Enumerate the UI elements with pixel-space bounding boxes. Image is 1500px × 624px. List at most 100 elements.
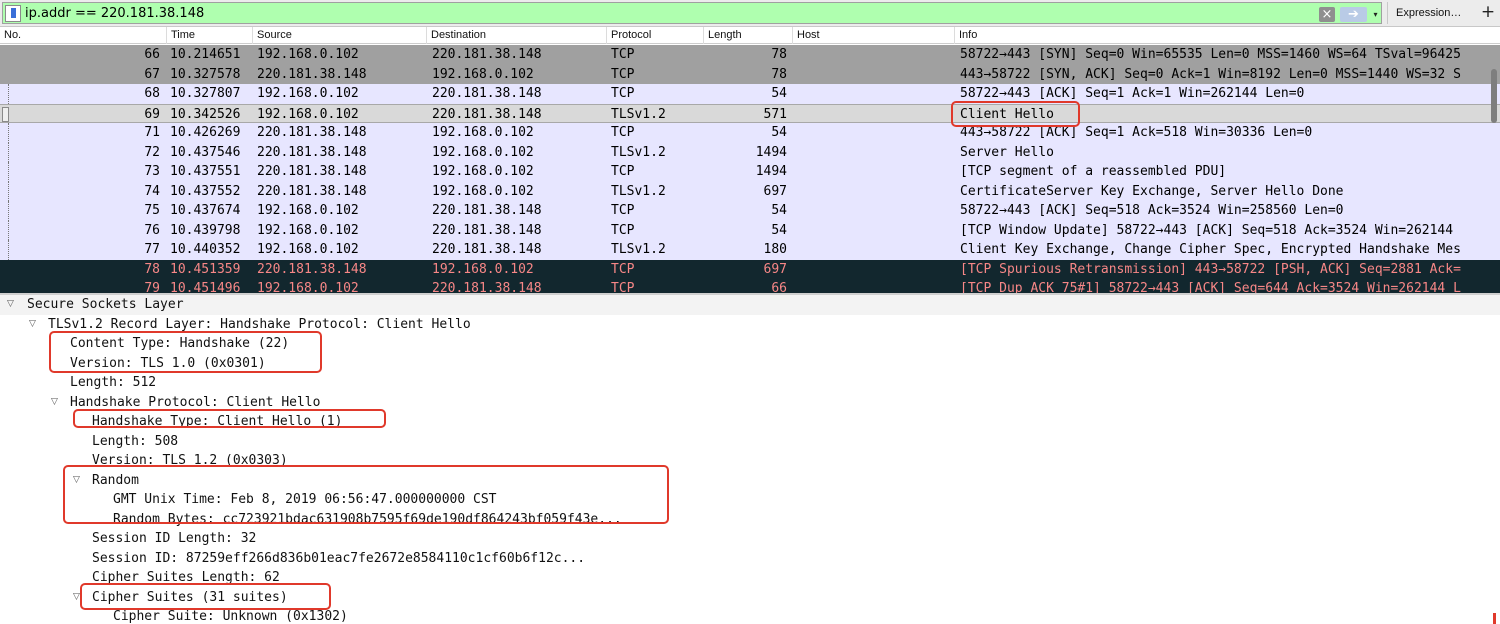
packet-info: [TCP segment of a reassembled PDU] xyxy=(960,164,1227,179)
packet-destination: 220.181.38.148 xyxy=(432,222,542,238)
packet-row[interactable]: 75 10.437674 192.168.0.102 220.181.38.14… xyxy=(0,201,1500,221)
expanded-arrow-icon[interactable]: ▽ xyxy=(29,315,41,335)
expanded-arrow-icon[interactable]: ▽ xyxy=(73,588,85,608)
packet-source: 220.181.38.148 xyxy=(257,183,367,199)
packet-info: 58722→443 [ACK] Seq=518 Ack=3524 Win=258… xyxy=(960,203,1344,218)
packet-length: 697 xyxy=(763,183,787,199)
packet-protocol: TCP xyxy=(611,203,635,218)
packet-length: 54 xyxy=(771,86,787,101)
packet-destination: 192.168.0.102 xyxy=(432,164,534,179)
tree-item-label: Random Bytes: cc723921bdac631908b7595f69… xyxy=(113,511,622,527)
packet-source: 192.168.0.102 xyxy=(257,222,359,238)
column-header-length[interactable]: Length xyxy=(703,27,792,44)
packet-no: 68 xyxy=(144,86,160,101)
packet-protocol: TLSv1.2 xyxy=(611,144,666,160)
packet-time: 10.437552 xyxy=(170,183,241,199)
packet-list[interactable]: 66 10.214651 192.168.0.102 220.181.38.14… xyxy=(0,45,1500,295)
packet-destination: 220.181.38.148 xyxy=(432,242,542,257)
packet-destination: 220.181.38.148 xyxy=(432,86,542,101)
packet-source: 220.181.38.148 xyxy=(257,125,367,140)
tree-item-label: Cipher Suites Length: 62 xyxy=(92,570,280,585)
column-header-source[interactable]: Source xyxy=(252,27,426,44)
packet-info: Client Hello xyxy=(960,106,1054,122)
display-filter-input[interactable]: ip.addr == 220.181.38.148 × ➔ ▾ xyxy=(2,2,1382,24)
tree-item-label: Version: TLS 1.0 (0x0301) xyxy=(70,355,266,371)
tree-item-ssl[interactable]: ▽ Secure Sockets Layer xyxy=(0,295,1500,315)
packet-info: CertificateServer Key Exchange, Server H… xyxy=(960,183,1344,199)
packet-row[interactable]: 78 10.451359 220.181.38.148 192.168.0.10… xyxy=(0,259,1500,279)
packet-protocol: TLSv1.2 xyxy=(611,183,666,199)
packet-row[interactable]: 76 10.439798 192.168.0.102 220.181.38.14… xyxy=(0,220,1500,240)
packet-length: 78 xyxy=(771,47,787,62)
packet-row[interactable]: 77 10.440352 192.168.0.102 220.181.38.14… xyxy=(0,240,1500,260)
filter-bookmark-icon[interactable] xyxy=(5,5,21,22)
packet-row[interactable]: 71 10.426269 220.181.38.148 192.168.0.10… xyxy=(0,123,1500,143)
packet-row[interactable]: 72 10.437546 220.181.38.148 192.168.0.10… xyxy=(0,142,1500,162)
packet-info: 58722→443 [SYN] Seq=0 Win=65535 Len=0 MS… xyxy=(960,47,1461,62)
tree-item-label: Length: 512 xyxy=(70,375,157,390)
packet-details-tree[interactable]: ▽ Secure Sockets Layer ▽ TLSv1.2 Record … xyxy=(0,295,1500,624)
packet-row[interactable]: 66 10.214651 192.168.0.102 220.181.38.14… xyxy=(0,45,1500,65)
apply-filter-icon[interactable]: ➔ xyxy=(1340,7,1367,22)
expanded-arrow-icon[interactable]: ▽ xyxy=(73,471,85,491)
packet-length: 78 xyxy=(771,66,787,82)
packet-info: [TCP Spurious Retransmission] 443→58722 … xyxy=(960,261,1461,277)
expression-button[interactable]: Expression… xyxy=(1387,2,1473,24)
packet-source: 192.168.0.102 xyxy=(257,242,359,257)
packet-no: 66 xyxy=(144,47,160,62)
display-filter-toolbar: ip.addr == 220.181.38.148 × ➔ ▾ Expressi… xyxy=(0,0,1500,27)
packet-no: 76 xyxy=(144,222,160,238)
column-header-destination[interactable]: Destination xyxy=(426,27,606,44)
packet-destination: 192.168.0.102 xyxy=(432,261,534,277)
packet-length: 697 xyxy=(763,261,787,277)
packet-info: 58722→443 [ACK] Seq=1 Ack=1 Win=262144 L… xyxy=(960,86,1305,101)
packet-time: 10.327807 xyxy=(170,86,241,101)
tree-item-label: Cipher Suite: Unknown (0x1302) xyxy=(113,609,348,624)
packet-time: 10.437551 xyxy=(170,164,241,179)
packet-row-selected[interactable]: 69 10.342526 192.168.0.102 220.181.38.14… xyxy=(0,103,1500,123)
packet-no: 72 xyxy=(144,144,160,160)
packet-destination: 220.181.38.148 xyxy=(432,106,542,122)
packet-protocol: TCP xyxy=(611,222,635,238)
packet-source: 220.181.38.148 xyxy=(257,164,367,179)
packet-row[interactable]: 73 10.437551 220.181.38.148 192.168.0.10… xyxy=(0,162,1500,182)
tree-item-label: Session ID Length: 32 xyxy=(92,531,257,546)
packet-protocol: TCP xyxy=(611,164,635,179)
packet-destination: 220.181.38.148 xyxy=(432,203,542,218)
expanded-arrow-icon[interactable]: ▽ xyxy=(7,295,19,315)
packet-row[interactable]: 67 10.327578 220.181.38.148 192.168.0.10… xyxy=(0,64,1500,84)
packet-row[interactable]: 68 10.327807 192.168.0.102 220.181.38.14… xyxy=(0,84,1500,104)
packet-info: 443→58722 [ACK] Seq=1 Ack=518 Win=30336 … xyxy=(960,125,1313,140)
packet-source: 192.168.0.102 xyxy=(257,203,359,218)
packet-destination: 192.168.0.102 xyxy=(432,183,534,199)
filter-text[interactable]: ip.addr == 220.181.38.148 xyxy=(25,6,204,21)
column-header-info[interactable]: Info xyxy=(954,27,1500,44)
column-header-time[interactable]: Time xyxy=(166,27,252,44)
packet-length: 54 xyxy=(771,203,787,218)
filter-history-dropdown-icon[interactable]: ▾ xyxy=(1369,7,1382,22)
packet-time: 10.342526 xyxy=(170,106,241,122)
tree-item-label: GMT Unix Time: Feb 8, 2019 06:56:47.0000… xyxy=(113,492,497,507)
packet-no: 78 xyxy=(144,261,160,277)
column-header-no[interactable]: No. xyxy=(0,27,166,44)
packet-protocol: TCP xyxy=(611,261,635,277)
packet-length: 1494 xyxy=(755,144,787,160)
packet-time: 10.439798 xyxy=(170,222,241,238)
tree-item-label: Session ID: 87259eff266d836b01eac7fe2672… xyxy=(92,550,586,566)
packet-length: 180 xyxy=(763,242,787,257)
tree-item-label: TLSv1.2 Record Layer: Handshake Protocol… xyxy=(48,316,471,332)
packet-list-scrollbar[interactable] xyxy=(1491,69,1497,123)
packet-info: [TCP Window Update] 58722→443 [ACK] Seq=… xyxy=(960,222,1454,238)
column-header-host[interactable]: Host xyxy=(792,27,954,44)
packet-source: 220.181.38.148 xyxy=(257,66,367,82)
tree-item-label: Cipher Suites (31 suites) xyxy=(92,589,288,605)
column-header-protocol[interactable]: Protocol xyxy=(606,27,703,44)
clear-filter-icon[interactable]: × xyxy=(1319,7,1335,22)
packet-length: 54 xyxy=(771,222,787,238)
expanded-arrow-icon[interactable]: ▽ xyxy=(51,393,63,413)
packet-row[interactable]: 74 10.437552 220.181.38.148 192.168.0.10… xyxy=(0,181,1500,201)
add-filter-button[interactable]: + xyxy=(1478,2,1498,24)
packet-protocol: TCP xyxy=(611,66,635,82)
tree-item-label: Version: TLS 1.2 (0x0303) xyxy=(92,453,288,468)
packet-time: 10.327578 xyxy=(170,66,241,82)
